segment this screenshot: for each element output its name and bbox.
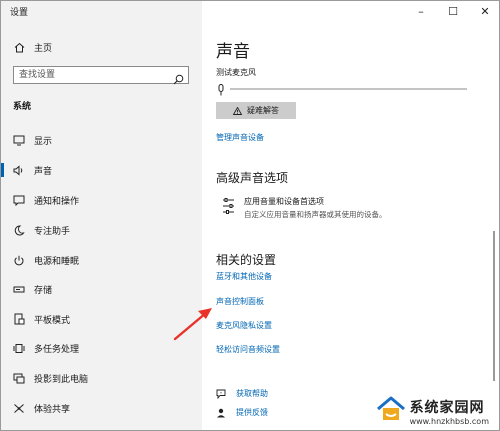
- app-volume-description: 自定义应用音量和扬声器或其使用的设备。: [244, 210, 387, 219]
- app-title: 设置: [10, 8, 29, 18]
- main-content: – ☐ ✕ 声音 测试麦克风 疑难解答 管理声音设备 高级声音选项 应用音量和设…: [202, 1, 499, 430]
- microphone-privacy-link[interactable]: 麦克风隐私设置: [216, 320, 272, 331]
- sidebar-item-label: 显示: [34, 136, 53, 147]
- sidebar-item-label: 平板模式: [34, 315, 71, 326]
- share-icon: [12, 403, 26, 414]
- watermark: 系统家园网 www.hnzkhbsb.com: [376, 396, 489, 426]
- sidebar-item-label: 投影到此电脑: [34, 374, 89, 385]
- watermark-text: 系统家园网: [409, 399, 485, 416]
- settings-window: 设置 主页 系统 显示 声音: [0, 0, 500, 431]
- sidebar-item-focus-assist[interactable]: 专注助手: [1, 219, 202, 241]
- sidebar-item-multitasking[interactable]: 多任务处理: [1, 337, 202, 359]
- sidebar-item-project[interactable]: 投影到此电脑: [1, 367, 202, 389]
- projector-icon: [12, 373, 26, 384]
- search-input[interactable]: [19, 69, 169, 81]
- search-icon[interactable]: [173, 70, 184, 89]
- tablet-icon: [12, 313, 26, 325]
- get-help-label: 获取帮助: [236, 389, 268, 398]
- sidebar-item-label: 电源和睡眠: [34, 256, 80, 267]
- monitor-icon: [12, 135, 26, 146]
- give-feedback-label: 提供反馈: [236, 408, 268, 417]
- troubleshoot-label: 疑难解答: [247, 106, 279, 115]
- troubleshoot-button[interactable]: 疑难解答: [216, 102, 296, 119]
- storage-icon: [12, 284, 26, 295]
- ease-of-access-audio-link[interactable]: 轻松访问音频设置: [216, 344, 280, 355]
- minimize-button[interactable]: –: [405, 1, 437, 21]
- advanced-sound-heading: 高级声音选项: [216, 171, 289, 185]
- sound-control-panel-link[interactable]: 声音控制面板: [216, 296, 264, 307]
- home-icon: [12, 42, 26, 53]
- multitask-icon: [12, 343, 26, 354]
- app-volume-title: 应用音量和设备首选项: [244, 197, 324, 206]
- notification-icon: [12, 195, 26, 206]
- power-icon: [12, 255, 26, 266]
- warning-icon: [233, 106, 242, 115]
- close-button[interactable]: ✕: [469, 1, 499, 21]
- sidebar-item-label: 体验共享: [34, 404, 71, 415]
- sidebar-home-label: 主页: [34, 43, 53, 54]
- watermark-url: www.hnzkhbsb.com: [409, 416, 489, 426]
- bluetooth-devices-link[interactable]: 蓝牙和其他设备: [216, 271, 272, 282]
- sidebar-item-sound[interactable]: 声音: [1, 159, 202, 181]
- get-help-link[interactable]: 获取帮助: [216, 384, 268, 403]
- sidebar-item-label: 存储: [34, 285, 53, 296]
- sidebar-item-notifications[interactable]: 通知和操作: [1, 189, 202, 211]
- maximize-button[interactable]: ☐: [437, 1, 469, 21]
- mixer-icon: [222, 196, 235, 220]
- page-title: 声音: [216, 42, 250, 62]
- section-heading: 系统: [13, 102, 32, 112]
- scrollbar[interactable]: [493, 231, 495, 381]
- microphone-icon: [217, 81, 225, 100]
- sidebar-item-label: 多任务处理: [34, 344, 80, 355]
- watermark-house-logo-icon: [376, 396, 406, 426]
- sidebar: 设置 主页 系统 显示 声音: [1, 1, 202, 430]
- moon-icon: [12, 224, 26, 236]
- give-feedback-link[interactable]: 提供反馈: [216, 403, 268, 422]
- manage-sound-devices-link[interactable]: 管理声音设备: [216, 132, 264, 143]
- speaker-icon: [12, 164, 26, 176]
- sidebar-item-label: 专注助手: [34, 226, 71, 237]
- sidebar-item-display[interactable]: 显示: [1, 129, 202, 151]
- sidebar-item-label: 声音: [34, 166, 53, 177]
- sidebar-item-shared-experience[interactable]: 体验共享: [1, 397, 202, 419]
- sidebar-item-storage[interactable]: 存储: [1, 278, 202, 300]
- sidebar-item-tablet-mode[interactable]: 平板模式: [1, 308, 202, 330]
- related-settings-heading: 相关的设置: [216, 253, 277, 267]
- mic-level-bar: [230, 88, 467, 90]
- help-chat-icon: [216, 384, 226, 403]
- sidebar-item-label: 通知和操作: [34, 196, 80, 207]
- sidebar-item-power[interactable]: 电源和睡眠: [1, 249, 202, 271]
- feedback-person-icon: [216, 403, 226, 422]
- titlebar-controls: – ☐ ✕: [405, 1, 499, 21]
- search-box[interactable]: [13, 66, 189, 85]
- mic-test-label: 测试麦克风: [216, 68, 256, 77]
- app-volume-preferences[interactable]: 应用音量和设备首选项 自定义应用音量和扬声器或其使用的设备。: [222, 196, 387, 220]
- sidebar-home[interactable]: 主页: [1, 37, 202, 57]
